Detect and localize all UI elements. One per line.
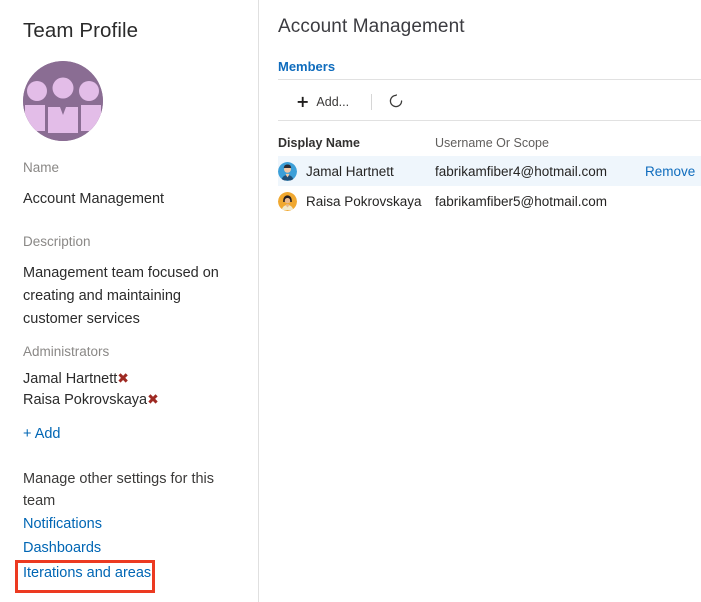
member-display-name: Raisa Pokrovskaya xyxy=(306,193,422,209)
table-row[interactable]: Raisa Pokrovskaya fabrikamfiber5@hotmail… xyxy=(278,186,701,216)
tabstrip-divider xyxy=(278,79,701,80)
member-name-cell: Jamal Hartnett xyxy=(278,161,435,181)
table-header-row: Display Name Username Or Scope xyxy=(278,130,701,156)
column-header-display-name: Display Name xyxy=(278,136,360,150)
administrator-row: Raisa Pokrovskaya ✖ xyxy=(23,392,159,408)
add-member-button[interactable]: + Add... xyxy=(278,90,359,114)
member-action-cell: Remove xyxy=(645,164,701,179)
administrator-name: Raisa Pokrovskaya xyxy=(23,392,148,408)
user-avatar-orange xyxy=(278,191,297,211)
description-label: Description xyxy=(23,234,91,249)
member-display-name: Jamal Hartnett xyxy=(306,163,394,179)
member-username-cell: fabrikamfiber4@hotmail.com xyxy=(435,163,608,179)
tabstrip: Members xyxy=(278,58,335,76)
refresh-icon xyxy=(388,93,404,112)
refresh-button[interactable] xyxy=(382,89,410,115)
column-header-username-or-scope: Username Or Scope xyxy=(435,136,549,150)
x-remove-icon[interactable]: ✖ xyxy=(147,393,159,407)
sidebar-link-notifications[interactable]: Notifications xyxy=(23,516,102,532)
x-remove-icon[interactable]: ✖ xyxy=(117,372,129,386)
member-name-cell: Raisa Pokrovskaya xyxy=(278,191,435,211)
sidebar-link-dashboards[interactable]: Dashboards xyxy=(23,540,101,556)
administrator-name: Jamal Hartnett xyxy=(23,371,118,387)
toolbar-separator xyxy=(371,94,373,110)
description-value: Management team focused on creating and … xyxy=(23,265,219,327)
members-table: Display Name Username Or Scope Jamal Har… xyxy=(278,130,701,216)
remove-member-link[interactable]: Remove xyxy=(645,164,695,179)
manage-settings-note: Manage other settings for this team xyxy=(23,471,215,509)
team-profile-sidebar: Team Profile Name Account Management Des… xyxy=(0,0,258,602)
administrators-label: Administrators xyxy=(23,344,110,359)
sidebar-title: Team Profile xyxy=(23,19,139,42)
administrator-row: Jamal Hartnett ✖ xyxy=(23,371,129,387)
toolbar-divider xyxy=(278,120,701,121)
tab-members[interactable]: Members xyxy=(278,59,335,74)
app-root: Team Profile Name Account Management Des… xyxy=(0,0,701,602)
user-avatar-blue xyxy=(278,161,297,181)
table-row[interactable]: Jamal Hartnett fabrikamfiber4@hotmail.co… xyxy=(278,156,701,186)
add-member-label: Add... xyxy=(316,95,350,109)
add-administrator-link[interactable]: + Add xyxy=(23,426,61,442)
members-toolbar: + Add... xyxy=(278,86,410,118)
team-avatar xyxy=(23,61,103,141)
plus-icon: + xyxy=(296,92,310,111)
name-value: Account Management xyxy=(23,191,165,207)
name-label: Name xyxy=(23,160,60,175)
page-title: Account Management xyxy=(278,16,465,37)
account-management-panel: Account Management Members + Add... Disp… xyxy=(259,0,701,602)
member-username-cell: fabrikamfiber5@hotmail.com xyxy=(435,193,608,209)
sidebar-link-iterations-and-areas[interactable]: Iterations and areas xyxy=(23,565,151,581)
